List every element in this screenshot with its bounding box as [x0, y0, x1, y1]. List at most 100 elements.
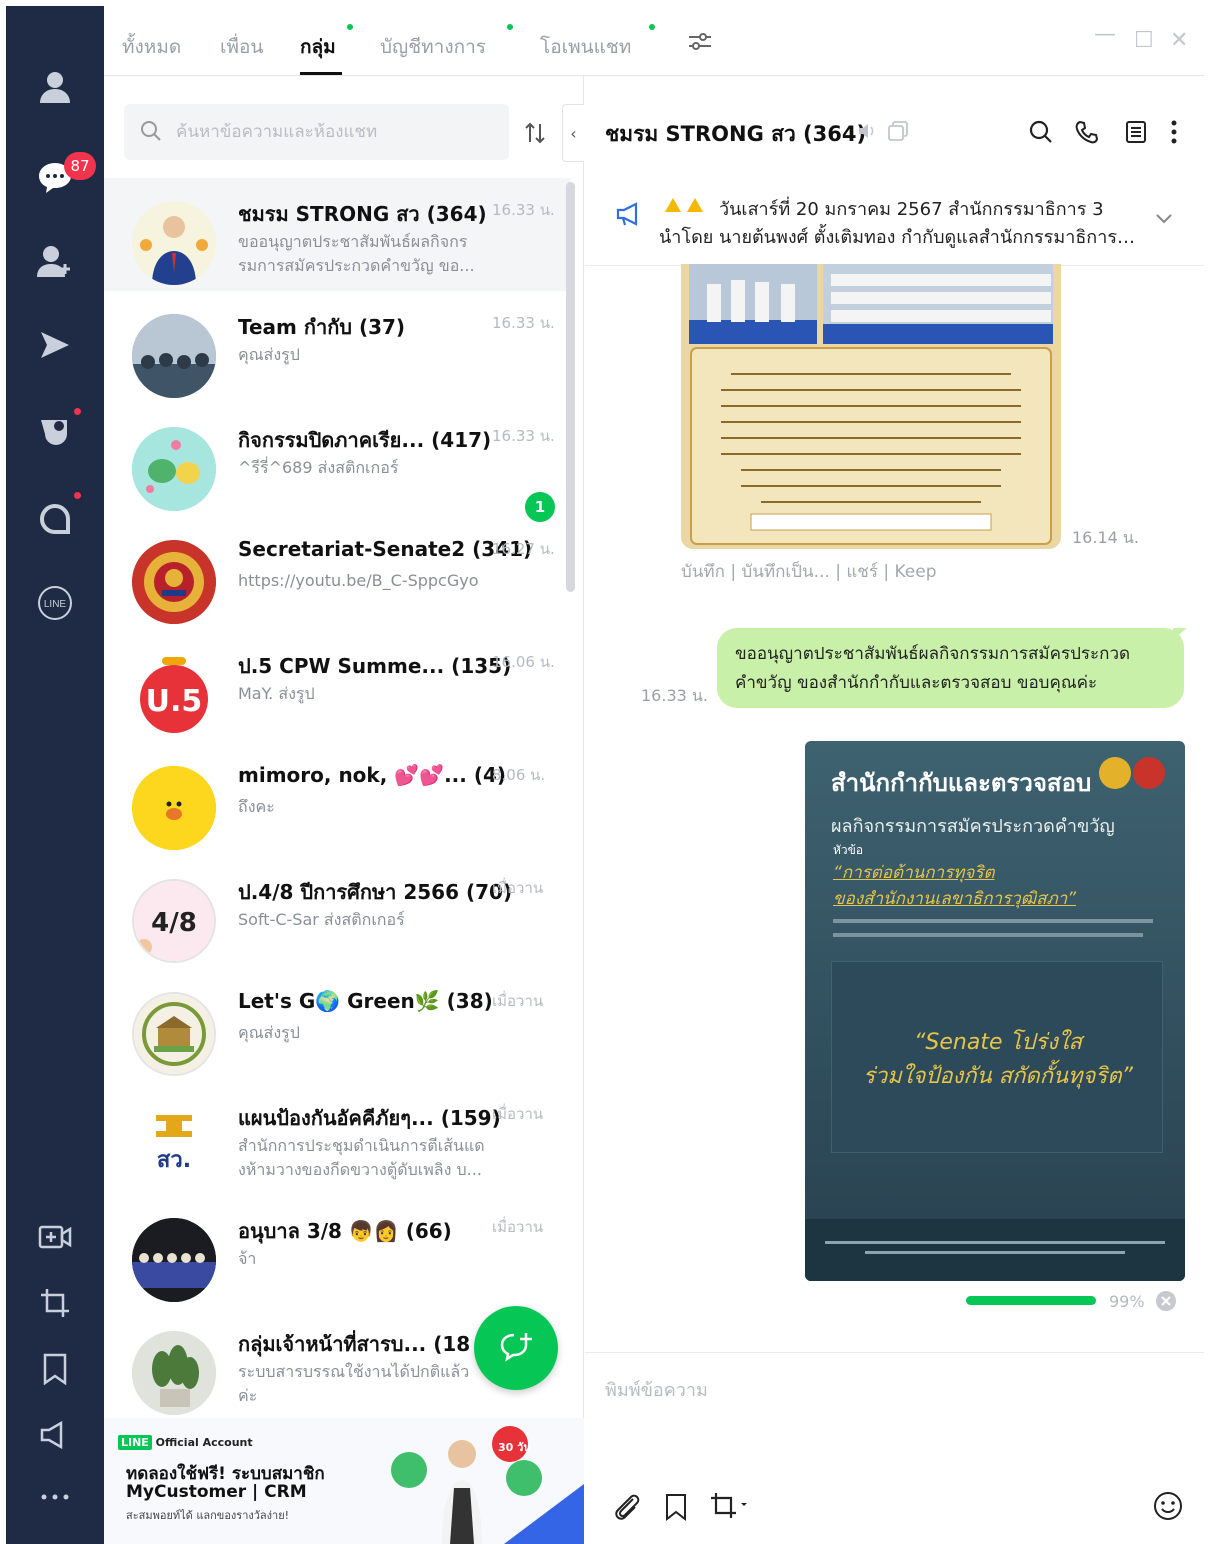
search-icon	[140, 120, 162, 146]
notes-icon[interactable]	[1125, 120, 1147, 148]
avatar	[132, 992, 216, 1076]
attach-icon[interactable]	[613, 1491, 641, 1527]
svg-text:U.5: U.5	[146, 684, 203, 719]
keep-icon[interactable]	[665, 1493, 687, 1525]
tab-official[interactable]: บัญชีทางการ	[380, 32, 486, 62]
avatar	[132, 540, 216, 624]
screenshot-icon[interactable]	[709, 1491, 749, 1525]
search-icon[interactable]	[1029, 120, 1053, 148]
today-icon[interactable]	[30, 404, 80, 454]
ad-badge: 30 วัน	[498, 1441, 531, 1454]
chat-time: เมื่อวาน	[492, 1218, 544, 1236]
chat-item[interactable]: ชมรม STRONG สว (364) ขออนุญาตประชาสัมพัน…	[104, 178, 570, 291]
chat-title[interactable]: ชมรม STRONG สว (364)	[605, 118, 866, 151]
screenshot-icon[interactable]	[30, 1278, 80, 1328]
poster-quote-1: “Senate โปร่งใส	[914, 1030, 1082, 1055]
chat-item[interactable]: U.5 ป.5 CPW Summe... (135) MaY. ส่งรูป 1…	[104, 630, 570, 743]
photo-actions[interactable]: บันทึก | บันทึกเป็น... | แชร์ | Keep	[681, 558, 937, 585]
chat-preview: https://youtu.be/B_C-SppcGyo	[238, 571, 479, 590]
chat-item[interactable]: 4/8 ป.4/8 ปีการศึกษา 2566 (70) Soft-C-Sa…	[104, 856, 570, 969]
copy-icon[interactable]	[887, 120, 909, 146]
photo-message[interactable]	[681, 264, 1061, 549]
openchat-icon[interactable]	[30, 492, 80, 542]
add-friend-icon[interactable]	[30, 236, 80, 286]
chat-name: ชมรม STRONG สว (364)	[238, 202, 487, 226]
chat-time: 16.06 น.	[492, 653, 555, 671]
message-composer	[585, 1352, 1204, 1544]
chat-preview: สำนักการประชุมดำเนินการตีเส้นแด งห้ามวาง…	[238, 1136, 485, 1179]
emoji-icon[interactable]	[1153, 1491, 1183, 1525]
announcement-line2: นำโดย นายต้นพงศ์ ตั้งเติมทอง กำกับดูแลสำ…	[659, 227, 1139, 248]
message-input[interactable]	[605, 1373, 1165, 1407]
chat-item[interactable]: กิจกรรมปิดภาคเรีย... (417) ^รีรี่^689 ส่…	[104, 404, 570, 522]
tab-bar: ทั้งหมด เพื่อน กลุ่ม บัญชีทางการ โอเพนแช…	[104, 6, 1204, 76]
openchat-dot	[74, 492, 81, 499]
ad-brand: LINE	[118, 1435, 152, 1450]
announcement-bar[interactable]: วันเสาร์ที่ 20 มกราคม 2567 สำนักกรรมาธิก…	[585, 174, 1204, 266]
chat-list-scrollbar[interactable]	[566, 182, 575, 592]
search-box[interactable]	[124, 104, 509, 160]
poster-slogan-box: “Senate โปร่งใส ร่วมใจป้องกัน สกัดกั้นทุ…	[831, 961, 1163, 1153]
maximize-icon[interactable]: ☐	[1134, 28, 1154, 53]
chat-preview: ^รีรี่^689 ส่งสติกเกอร์	[238, 458, 399, 477]
more-icon[interactable]	[30, 1472, 80, 1522]
poster-topic-label: หัวข้อ	[833, 843, 864, 857]
chat-panel: ชมรม STRONG สว (364) วันเสาร์ที่ 20 มกรา…	[585, 76, 1208, 1544]
chat-preview: จ้า	[238, 1249, 257, 1268]
groups-dot	[347, 24, 353, 30]
chat-preview: ถึงคะ	[238, 797, 275, 816]
tab-groups[interactable]: กลุ่ม	[300, 32, 336, 62]
chevron-left-icon: ‹	[570, 123, 577, 143]
poster-quote-2: ร่วมใจป้องกัน สกัดกั้นทุจริต”	[863, 1064, 1133, 1089]
poster-topic-2: ของสำนักงานเลขาธิการวุฒิสภา”	[833, 889, 1077, 909]
collapse-panel-button[interactable]: ‹	[562, 104, 584, 162]
chevron-down-icon[interactable]	[1155, 210, 1173, 229]
call-icon[interactable]	[1075, 120, 1099, 148]
sort-icon[interactable]	[524, 122, 546, 148]
filter-icon[interactable]	[688, 32, 712, 56]
poster-topic: “การต่อต้านการทุจริต	[833, 863, 995, 883]
ad-line3: สะสมพอยท์ได้ แลกของรางวัลง่าย!	[126, 1509, 290, 1522]
chat-item[interactable]: Secretariat-Senate2 (341) https://youtu.…	[104, 517, 570, 630]
openchat-tab-dot	[649, 24, 655, 30]
search-input[interactable]	[176, 118, 496, 146]
line-services-icon[interactable]: LINE	[30, 578, 80, 628]
chat-time: 16.33 น.	[492, 427, 555, 445]
poster-image-message[interactable]: สำนักกำกับและตรวจสอบ ผลกิจกรรมการสมัครปร…	[805, 741, 1185, 1281]
tab-friends[interactable]: เพื่อน	[220, 32, 263, 62]
photo-time: 16.14 น.	[1072, 528, 1139, 547]
chat-item[interactable]: อนุบาล 3/8 👦👩 (66) จ้า เมื่อวาน	[104, 1195, 570, 1308]
chat-name: ป.4/8 ปีการศึกษา 2566 (70)	[238, 880, 513, 904]
announcement-icon[interactable]	[30, 1410, 80, 1460]
menu-icon[interactable]	[1171, 120, 1177, 148]
chat-name: กิจกรรมปิดภาคเรีย... (417)	[238, 428, 492, 452]
ad-banner[interactable]: LINE Official Account ทดลองใช้ฟรี! ระบบส…	[104, 1418, 584, 1544]
tab-openchat[interactable]: โอเพนแชท	[540, 32, 631, 62]
my-message-bubble[interactable]: ขออนุญาตประชาสัมพันธ์ผลกิจกรรมการสมัครปร…	[717, 628, 1184, 708]
friends-icon[interactable]	[30, 62, 80, 112]
tab-all[interactable]: ทั้งหมด	[122, 32, 181, 62]
upload-progress-bar	[966, 1296, 1096, 1305]
chat-item[interactable]: Let's G🌍 Green🌿 (38) คุณส่งรูป เมื่อวาน	[104, 969, 570, 1082]
avatar	[132, 1331, 216, 1415]
poster-subtitle: ผลกิจกรรมการสมัครประกวดคำขวัญ	[831, 816, 1115, 837]
chat-time: 16.33 น.	[492, 314, 555, 332]
chat-name: กลุ่มเจ้าหน้าที่สารบ... (18	[238, 1332, 471, 1356]
poster-footer	[805, 1219, 1185, 1281]
avatar	[132, 201, 216, 285]
chat-name: ป.5 CPW Summe... (135)	[238, 654, 512, 678]
chat-time: 16.27 น.	[492, 540, 555, 558]
minimize-icon[interactable]: —	[1094, 22, 1116, 47]
chat-name: Team กำกับ (37)	[238, 315, 406, 339]
voom-icon[interactable]	[30, 320, 80, 370]
chat-item[interactable]: Team กำกับ (37) คุณส่งรูป 16.33 น.	[104, 291, 570, 404]
keep-icon[interactable]	[30, 1344, 80, 1394]
close-icon[interactable]: ✕	[1170, 28, 1188, 53]
chat-item[interactable]: mimoro, nok, 💕💕... (4) ถึงคะ 8.06 น.	[104, 743, 570, 856]
active-tab-underline	[300, 72, 342, 75]
chat-item[interactable]: สว. แผนป้องกันอัคคีภัยๆ... (159) สำนักกา…	[104, 1082, 570, 1195]
new-chat-icon	[500, 1333, 532, 1362]
video-call-icon[interactable]	[30, 1212, 80, 1262]
cancel-upload-icon[interactable]	[1155, 1290, 1177, 1316]
new-chat-button[interactable]	[474, 1306, 558, 1390]
